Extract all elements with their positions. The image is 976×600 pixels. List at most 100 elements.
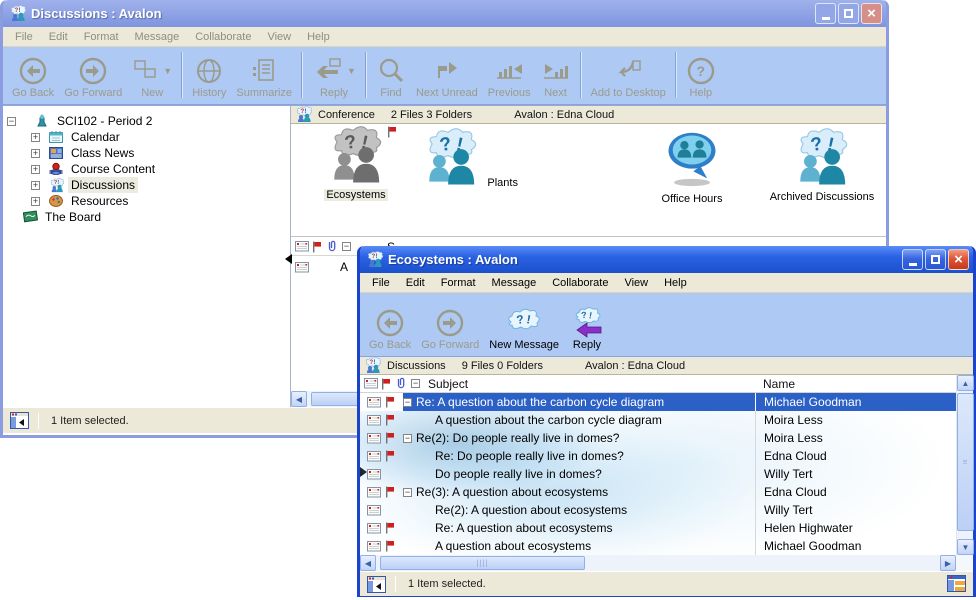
message-row[interactable]: Re: Do people really live in domes?Edna … bbox=[360, 447, 973, 465]
name-cell[interactable]: Moira Less bbox=[756, 429, 956, 447]
history-button[interactable]: History bbox=[187, 54, 231, 100]
previous-button[interactable]: Previous bbox=[483, 54, 536, 100]
message-row[interactable]: Re: A question about ecosystemsHelen Hig… bbox=[360, 519, 973, 537]
vertical-scrollbar[interactable]: ▲ ≡ ▼ bbox=[956, 375, 973, 555]
help-button[interactable]: ? Help bbox=[681, 54, 721, 100]
go-forward-button[interactable]: Go Forward bbox=[416, 306, 484, 352]
subject-cell[interactable]: Re(2): A question about ecosystems bbox=[403, 501, 755, 519]
scroll-down-icon[interactable]: ▼ bbox=[957, 539, 974, 555]
scroll-left-icon[interactable]: ◀ bbox=[291, 391, 307, 407]
tree-item-resources[interactable]: + Resources bbox=[3, 193, 290, 209]
scroll-right-icon[interactable]: ▶ bbox=[940, 555, 956, 571]
subject-cell[interactable]: Re: A question about ecosystems bbox=[403, 519, 755, 537]
collapse-all-icon[interactable]: − bbox=[411, 379, 420, 388]
panel-toggle-icon[interactable] bbox=[367, 576, 386, 593]
horizontal-scrollbar[interactable]: ◀ |||| ▶ bbox=[360, 555, 956, 571]
split-view-icon[interactable] bbox=[947, 575, 966, 592]
tree-item-calendar[interactable]: + Calendar bbox=[3, 129, 290, 145]
go-forward-button[interactable]: Go Forward bbox=[59, 54, 127, 100]
tree-item-the-board[interactable]: The Board bbox=[3, 209, 290, 225]
name-cell[interactable]: Michael Goodman bbox=[756, 393, 956, 411]
reply-button[interactable]: ▼ Reply bbox=[307, 54, 361, 100]
menu-view[interactable]: View bbox=[259, 29, 299, 45]
subject-cell[interactable]: −Re(3): A question about ecosystems bbox=[403, 483, 755, 501]
find-button[interactable]: Find bbox=[371, 54, 411, 100]
expand-box-icon[interactable]: + bbox=[31, 197, 40, 206]
subject-cell[interactable]: Re: Do people really live in domes? bbox=[403, 447, 755, 465]
menu-view[interactable]: View bbox=[616, 275, 656, 291]
conference-ecosystems[interactable]: Ecosystems bbox=[301, 126, 411, 201]
name-cell[interactable]: Michael Goodman bbox=[756, 537, 956, 555]
close-button[interactable]: × bbox=[948, 249, 969, 270]
name-column-header[interactable]: Name bbox=[763, 377, 795, 391]
subject-cell[interactable]: −Re(2): Do people really live in domes? bbox=[403, 429, 755, 447]
menu-help[interactable]: Help bbox=[299, 29, 338, 45]
menu-format[interactable]: Format bbox=[76, 29, 127, 45]
menu-collaborate[interactable]: Collaborate bbox=[544, 275, 616, 291]
maximize-button[interactable] bbox=[838, 3, 859, 24]
name-cell[interactable]: Helen Highwater bbox=[756, 519, 956, 537]
go-back-button[interactable]: Go Back bbox=[364, 306, 416, 352]
menu-format[interactable]: Format bbox=[433, 275, 484, 291]
menu-message[interactable]: Message bbox=[484, 275, 545, 291]
pane-splitter[interactable] bbox=[291, 236, 886, 237]
message-row[interactable]: −Re(2): Do people really live in domes?M… bbox=[360, 429, 973, 447]
collapse-box-icon[interactable]: − bbox=[403, 398, 412, 407]
collapse-box-icon[interactable]: − bbox=[7, 117, 16, 126]
tree-root-sci102[interactable]: − SCI102 - Period 2 bbox=[3, 113, 290, 129]
expand-box-icon[interactable]: + bbox=[31, 181, 40, 190]
new-dropdown-icon[interactable]: ▼ bbox=[163, 66, 172, 76]
menu-edit[interactable]: Edit bbox=[398, 275, 433, 291]
new-button[interactable]: ▼ New bbox=[127, 54, 177, 100]
expand-box-icon[interactable]: + bbox=[31, 165, 40, 174]
collapse-box-icon[interactable]: − bbox=[342, 242, 351, 251]
conference-plants[interactable]: Plants bbox=[415, 128, 525, 189]
reply-button[interactable]: ?! Reply bbox=[564, 306, 610, 352]
menu-edit[interactable]: Edit bbox=[41, 29, 76, 45]
subject-column-header[interactable]: Subject bbox=[428, 377, 468, 391]
name-cell[interactable]: Edna Cloud bbox=[756, 483, 956, 501]
collapse-box-icon[interactable]: − bbox=[403, 434, 412, 443]
reply-dropdown-icon[interactable]: ▼ bbox=[347, 66, 356, 76]
maximize-button[interactable] bbox=[925, 249, 946, 270]
subject-cell[interactable]: A question about the carbon cycle diagra… bbox=[403, 411, 755, 429]
expand-box-icon[interactable]: + bbox=[31, 149, 40, 158]
go-back-button[interactable]: Go Back bbox=[7, 54, 59, 100]
menu-file[interactable]: File bbox=[7, 29, 41, 45]
add-to-desktop-button[interactable]: Add to Desktop bbox=[586, 54, 671, 100]
tree-item-discussions[interactable]: + Discussions bbox=[3, 177, 290, 193]
menu-file[interactable]: File bbox=[364, 275, 398, 291]
summarize-button[interactable]: Summarize bbox=[231, 54, 297, 100]
next-button[interactable]: Next bbox=[536, 54, 576, 100]
menu-message[interactable]: Message bbox=[127, 29, 188, 45]
subject-cell[interactable]: A question about ecosystems bbox=[403, 537, 755, 555]
name-cell[interactable]: Moira Less bbox=[756, 411, 956, 429]
name-cell[interactable]: Willy Tert bbox=[756, 501, 956, 519]
subject-cell[interactable]: −Re: A question about the carbon cycle d… bbox=[403, 393, 755, 411]
menu-collaborate[interactable]: Collaborate bbox=[187, 29, 259, 45]
name-cell[interactable]: Willy Tert bbox=[756, 465, 956, 483]
name-cell[interactable]: Edna Cloud bbox=[756, 447, 956, 465]
tree-item-class-news[interactable]: + Class News bbox=[3, 145, 290, 161]
expand-box-icon[interactable]: + bbox=[31, 133, 40, 142]
scrollbar-thumb[interactable]: ≡ bbox=[957, 393, 974, 531]
minimize-button[interactable] bbox=[815, 3, 836, 24]
collapse-box-icon[interactable]: − bbox=[403, 488, 412, 497]
message-row[interactable]: −Re: A question about the carbon cycle d… bbox=[360, 393, 973, 411]
scroll-up-icon[interactable]: ▲ bbox=[957, 375, 974, 391]
message-row[interactable]: −Re(3): A question about ecosystemsEdna … bbox=[360, 483, 973, 501]
next-unread-button[interactable]: Next Unread bbox=[411, 54, 483, 100]
close-button[interactable]: × bbox=[861, 3, 882, 24]
conference-office-hours[interactable]: Office Hours bbox=[637, 130, 747, 205]
conference-archived-discussions[interactable]: Archived Discussions bbox=[757, 128, 887, 203]
message-row[interactable]: A question about ecosystemsMichael Goodm… bbox=[360, 537, 973, 555]
scrollbar-thumb[interactable]: |||| bbox=[380, 556, 585, 570]
titlebar[interactable]: Discussions : Avalon × bbox=[3, 0, 886, 27]
minimize-button[interactable] bbox=[902, 249, 923, 270]
scroll-left-icon[interactable]: ◀ bbox=[360, 555, 376, 571]
subject-cell[interactable]: Do people really live in domes? bbox=[403, 465, 755, 483]
message-row[interactable]: Do people really live in domes?Willy Ter… bbox=[360, 465, 973, 483]
tree-item-course-content[interactable]: + Course Content bbox=[3, 161, 290, 177]
titlebar[interactable]: Ecosystems : Avalon × bbox=[360, 246, 973, 273]
new-message-button[interactable]: ?! New Message bbox=[484, 306, 564, 352]
